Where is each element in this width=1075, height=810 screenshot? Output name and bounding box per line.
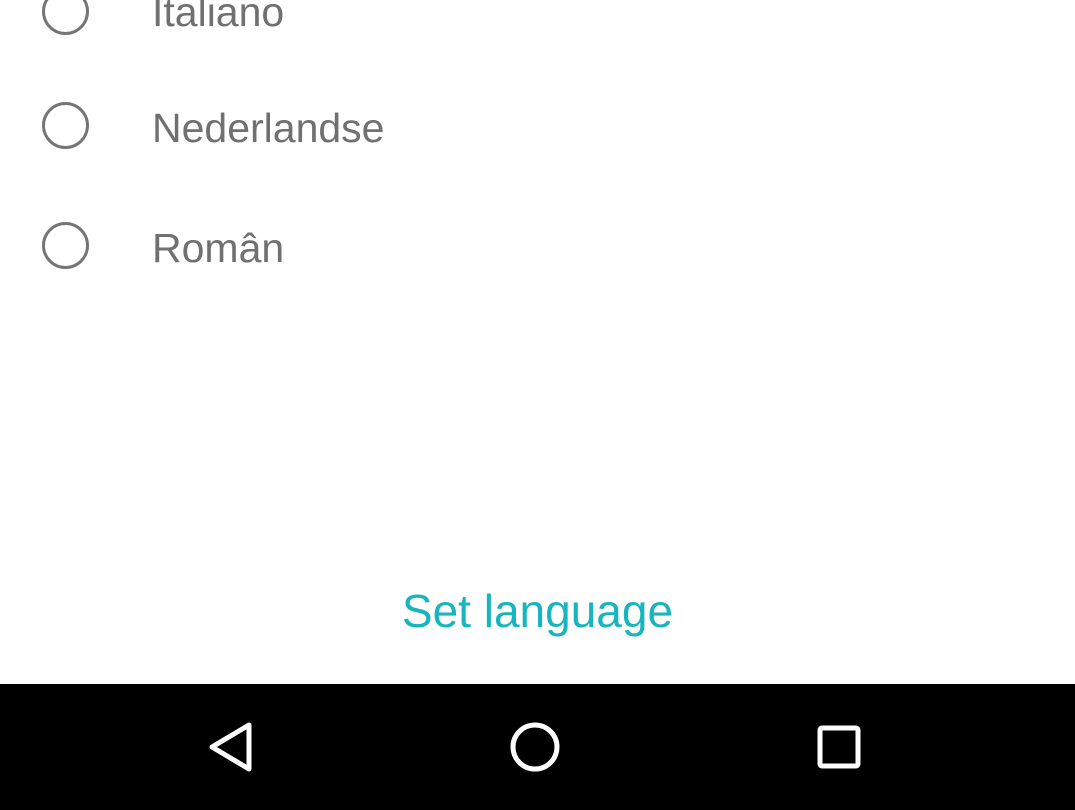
language-option-roman[interactable]: Român bbox=[0, 186, 1075, 306]
language-option-nederlandse[interactable]: Nederlandse bbox=[0, 66, 1075, 186]
radio-unselected-icon[interactable] bbox=[42, 222, 89, 269]
home-circle-icon bbox=[510, 722, 560, 772]
back-triangle-icon bbox=[209, 722, 252, 772]
back-button[interactable] bbox=[163, 684, 303, 810]
language-option-italiano[interactable]: Italiano bbox=[0, 0, 1075, 72]
radio-unselected-icon[interactable] bbox=[42, 0, 89, 35]
set-language-button[interactable]: Set language bbox=[0, 588, 1075, 634]
language-label: Italiano bbox=[152, 0, 285, 35]
language-label: Nederlandse bbox=[152, 105, 385, 151]
navigation-bar bbox=[0, 684, 1075, 810]
language-list-screen: Italiano Nederlandse Român Set language bbox=[0, 0, 1075, 684]
language-label: Român bbox=[152, 225, 285, 271]
home-button[interactable] bbox=[465, 684, 605, 810]
radio-unselected-icon[interactable] bbox=[42, 102, 89, 149]
recents-square-icon bbox=[817, 725, 861, 769]
recents-button[interactable] bbox=[769, 684, 909, 810]
